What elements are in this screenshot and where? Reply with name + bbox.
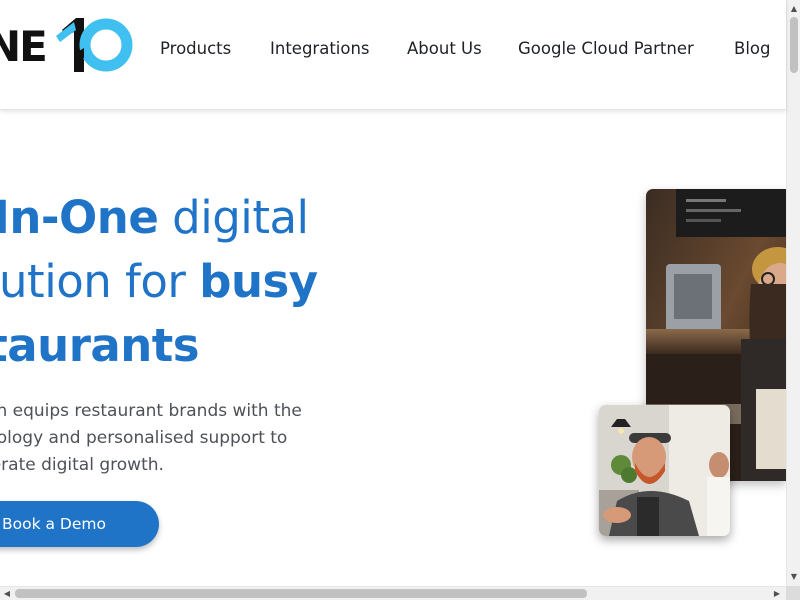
- scroll-down-arrow[interactable]: ▼: [787, 570, 800, 584]
- chef-photo: [599, 405, 730, 536]
- hero-title-text-2: olution for: [0, 255, 186, 308]
- hero-desc-line-2: nology and personalised support to: [0, 428, 288, 448]
- nav-about-us[interactable]: About Us: [407, 37, 482, 61]
- hero-title-line-1: l-In-One digital: [0, 186, 440, 250]
- vertical-scrollbar[interactable]: ▲ ▼: [786, 0, 800, 586]
- hero-desc-line-1: en equips restaurant brands with the: [0, 401, 302, 421]
- brand-logo[interactable]: NE: [0, 14, 136, 78]
- hero-title: l-In-One digital olution for busy staura…: [0, 186, 440, 378]
- horizontal-scrollbar[interactable]: ◀ ▶: [0, 586, 786, 600]
- nav-integrations[interactable]: Integrations: [270, 37, 370, 61]
- hero-title-line-3: staurants: [0, 314, 440, 378]
- scroll-up-arrow[interactable]: ▲: [787, 2, 800, 16]
- nav-google-cloud-partner[interactable]: Google Cloud Partner: [518, 37, 694, 61]
- nav-blog[interactable]: Blog: [734, 37, 770, 61]
- hero-description: en equips restaurant brands with the nol…: [0, 398, 386, 479]
- nav-products[interactable]: Products: [160, 37, 231, 61]
- hero-title-text-1: digital: [158, 191, 309, 244]
- hero-title-bold-3: staurants: [0, 319, 200, 372]
- vertical-scroll-thumb[interactable]: [790, 17, 798, 73]
- hero-desc-line-3: lerate digital growth.: [0, 455, 164, 475]
- site-header: NE Products Integrations About Us Google…: [0, 0, 786, 110]
- hero-title-bold-1: l-In-One: [0, 191, 159, 244]
- hero-title-bold-2: busy: [199, 255, 318, 308]
- logo-10-mark: [56, 18, 133, 72]
- scroll-left-arrow[interactable]: ◀: [0, 587, 14, 600]
- scroll-right-arrow[interactable]: ▶: [770, 587, 784, 600]
- horizontal-scroll-thumb[interactable]: [15, 589, 587, 598]
- book-demo-button[interactable]: Book a Demo: [0, 501, 159, 547]
- scrollbar-corner: [786, 586, 800, 600]
- hero-title-line-2: olution for busy: [0, 250, 440, 314]
- logo-wordmark: NE: [0, 22, 48, 71]
